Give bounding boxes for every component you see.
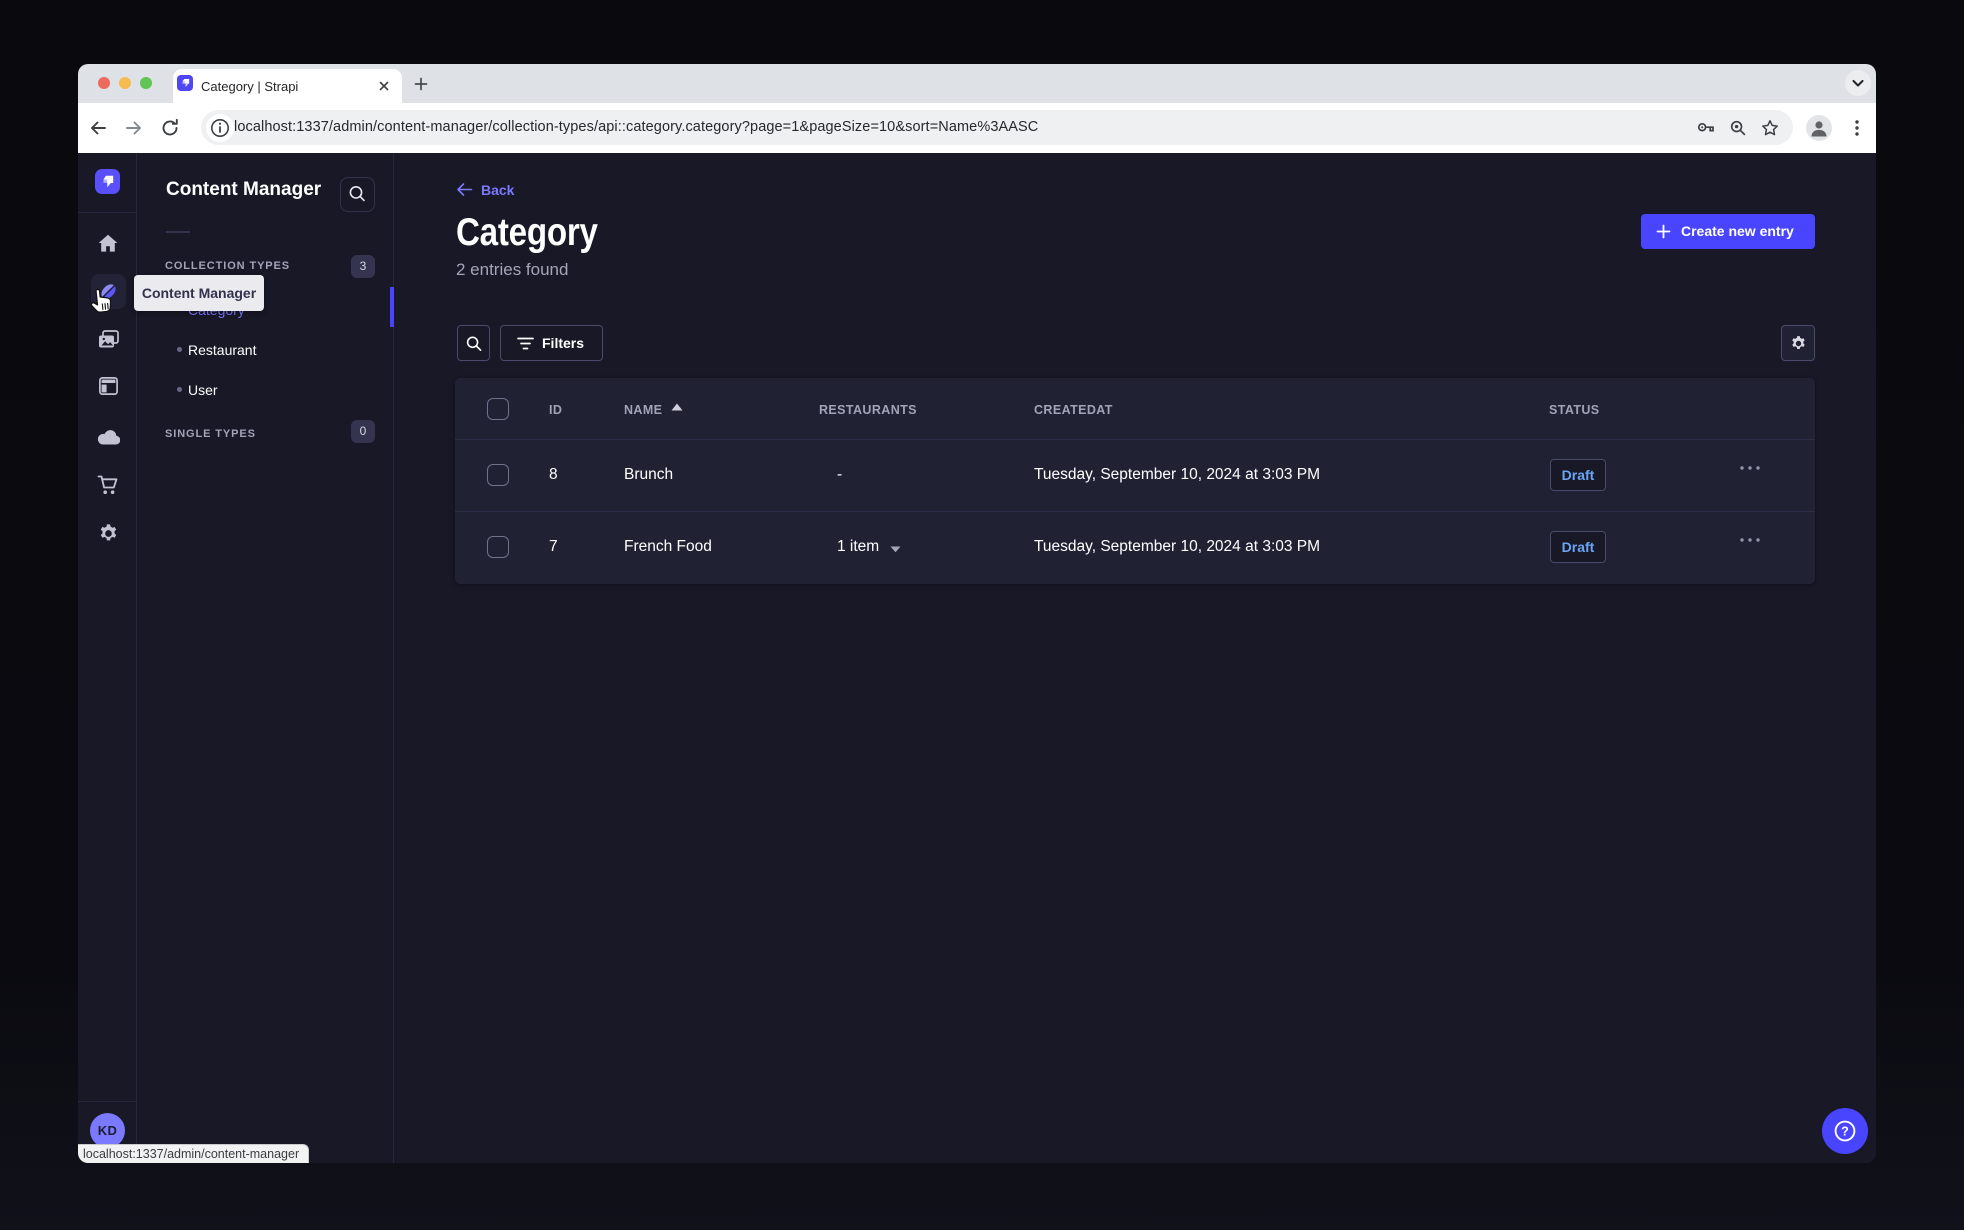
svg-text:?: ? <box>1841 1124 1849 1138</box>
